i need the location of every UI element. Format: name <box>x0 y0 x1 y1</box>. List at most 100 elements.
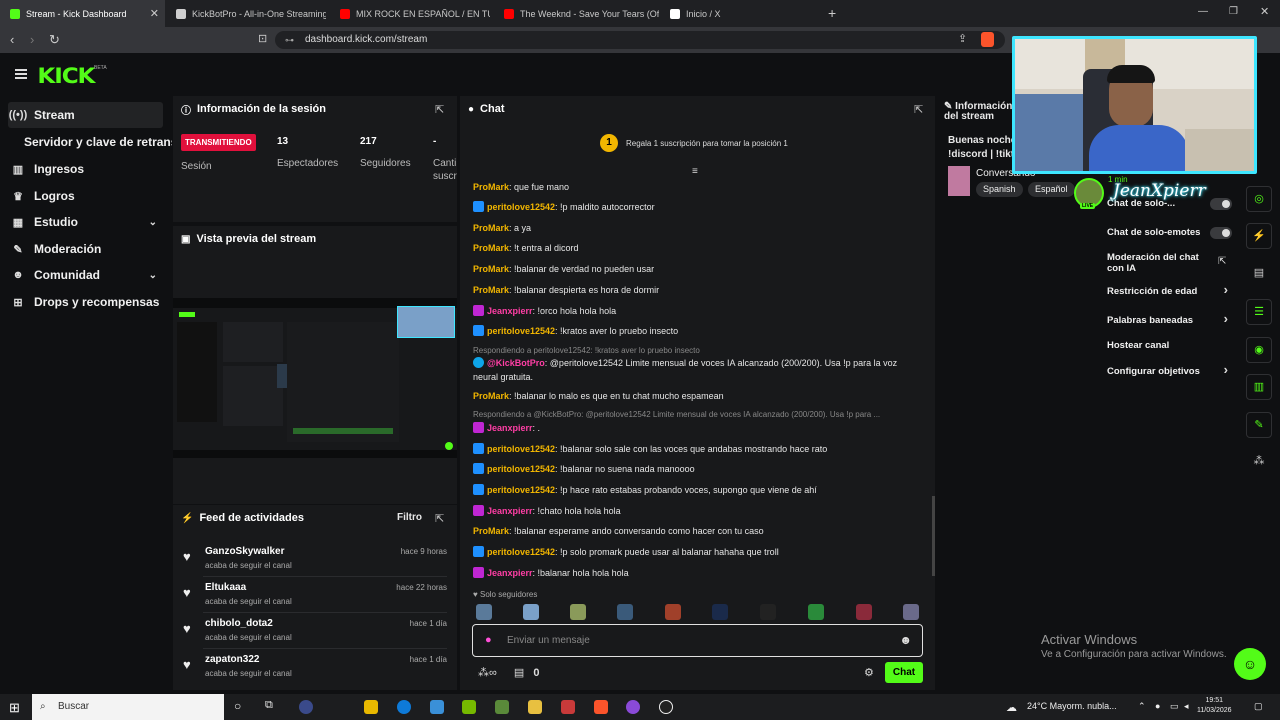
points-tool-icon[interactable]: ⁂ <box>1246 449 1272 475</box>
obs-icon[interactable] <box>659 700 673 714</box>
chat-username[interactable]: ProMark <box>473 182 509 192</box>
toggle-switch[interactable] <box>1210 198 1232 210</box>
chat-username[interactable]: peritolove12542 <box>487 202 555 212</box>
sidebar-item-stream[interactable]: ((•)) Stream <box>8 102 163 128</box>
folder-icon[interactable] <box>528 700 542 714</box>
sidebar-item-comunidad[interactable]: ☻ Comunidad ⌄ <box>8 262 163 288</box>
site-info-icon[interactable]: ⊶ <box>285 31 294 49</box>
menu-icon[interactable] <box>15 69 27 79</box>
taskbar-search[interactable]: ⌕ Buscar <box>32 694 224 720</box>
sidebar-item-drops[interactable]: ⊞ Drops y recompensas <box>8 289 163 315</box>
sidebar-item-ingresos[interactable]: ▥ Ingresos <box>8 156 163 182</box>
chat-username[interactable]: ProMark <box>473 526 509 536</box>
popout-icon[interactable]: ⇱ <box>914 103 923 116</box>
send-chat-button[interactable]: Chat <box>885 662 923 683</box>
taskbar-clock[interactable]: 19:51 11/03/2026 <box>1197 696 1232 716</box>
close-tab-icon[interactable]: ✕ <box>150 7 159 20</box>
toggle-switch[interactable] <box>1210 227 1232 239</box>
notifications-icon[interactable]: ▢ <box>1254 701 1263 712</box>
category-thumbnail[interactable] <box>948 166 970 196</box>
brave-icon[interactable] <box>594 700 608 714</box>
setting-solo-emotes[interactable]: Chat de solo-emotes <box>1107 227 1232 239</box>
cortana-icon[interactable]: ○ <box>234 699 241 713</box>
tab-the-weeknd[interactable]: The Weeknd - Save Your Tears (Offici <box>494 0 659 27</box>
chat-username[interactable]: peritolove12542 <box>487 326 555 336</box>
minimize-icon[interactable]: — <box>1198 6 1208 17</box>
points-icon[interactable]: ⁂∞ <box>478 667 497 679</box>
mic-tray-icon[interactable]: ● <box>1155 701 1160 711</box>
task-view-icon[interactable]: ⧉ <box>265 699 273 712</box>
emote-icon[interactable] <box>570 604 586 620</box>
emote-icon[interactable] <box>808 604 824 620</box>
chat-username[interactable]: peritolove12542 <box>487 464 555 474</box>
filter-button[interactable]: Filtro <box>397 512 422 523</box>
emote-icon[interactable] <box>760 604 776 620</box>
setting-age-restriction[interactable]: Restricción de edad › <box>1107 283 1232 297</box>
setting-goals[interactable]: Configurar objetivos › <box>1107 363 1232 377</box>
chat-tool-icon[interactable]: ☰ <box>1246 299 1272 325</box>
sidebar-item-moderacion[interactable]: ✎ Moderación <box>8 236 163 262</box>
reload-icon[interactable]: ↻ <box>49 32 60 48</box>
wrench-tool-icon[interactable]: ✎ <box>1246 412 1272 438</box>
chat-username[interactable]: Jeanxpierr <box>487 506 533 516</box>
feed-user[interactable]: Eltukaaa <box>205 582 246 593</box>
stream-preview-video[interactable] <box>173 298 457 458</box>
minecraft-icon[interactable] <box>495 700 509 714</box>
tab-mix-rock[interactable]: MIX ROCK EN ESPAÑOL / EN TU <box>330 0 490 27</box>
emoji-icon[interactable]: ☻ <box>899 633 912 647</box>
app-icon[interactable] <box>561 700 575 714</box>
feed-user[interactable]: GanzoSkywalker <box>205 546 284 557</box>
url-input[interactable]: ⊶ dashboard.kick.com/stream <box>275 31 1005 49</box>
weather-text[interactable]: 24°C Mayorm. nubla... <box>1027 701 1117 711</box>
edge-icon[interactable] <box>397 700 411 714</box>
emote-icon[interactable] <box>523 604 539 620</box>
emote-icon[interactable] <box>856 604 872 620</box>
app-icon[interactable] <box>299 700 313 714</box>
bookmark-icon[interactable]: ⊡ <box>258 32 267 45</box>
tag-spanish[interactable]: Spanish <box>976 182 1023 197</box>
external-link-icon[interactable]: ⇱ <box>1218 256 1226 267</box>
feed-user[interactable]: chibolo_dota2 <box>205 618 273 629</box>
network-icon[interactable]: ▭ <box>1170 701 1179 712</box>
sidebar-item-logros[interactable]: ♛ Logros <box>8 183 163 209</box>
brave-shield-icon[interactable] <box>981 32 994 47</box>
chat-username[interactable]: peritolove12542 <box>487 547 555 557</box>
app-icon[interactable] <box>626 700 640 714</box>
back-icon[interactable]: ‹ <box>10 32 14 47</box>
windows-start-icon[interactable]: ⊞ <box>9 700 20 716</box>
emote-icon[interactable] <box>712 604 728 620</box>
chat-message-input[interactable]: ● Enviar un mensaje ☻ <box>472 624 923 657</box>
gift-box-icon[interactable]: ▤ <box>514 667 524 679</box>
share-icon[interactable]: ⇪ <box>958 32 967 45</box>
store-icon[interactable] <box>364 700 378 714</box>
chat-username[interactable]: @KickBotPro <box>487 358 545 368</box>
pinned-toggle-icon[interactable]: ≡ <box>692 166 698 177</box>
sidebar-item-server-key[interactable]: Servidor y clave de retransmisión <box>24 129 172 155</box>
new-tab-button[interactable]: + <box>828 5 836 21</box>
close-window-icon[interactable]: ✕ <box>1260 5 1269 18</box>
bolt-tool-icon[interactable]: ⚡ <box>1246 223 1272 249</box>
camera-tool-icon[interactable]: ◎ <box>1246 186 1272 212</box>
mic-icon[interactable]: ● <box>485 634 492 646</box>
tab-x-home[interactable]: Inicio / X <box>660 0 820 27</box>
chat-username[interactable]: Jeanxpierr <box>487 568 533 578</box>
emote-icon[interactable] <box>665 604 681 620</box>
chat-username[interactable]: ProMark <box>473 223 509 233</box>
tab-kickbotpro[interactable]: KickBotPro - All-in-One Streaming To <box>166 0 326 27</box>
kick-logo[interactable]: KICK <box>37 64 95 88</box>
chat-username[interactable]: ProMark <box>473 391 509 401</box>
nvidia-icon[interactable] <box>462 700 476 714</box>
list-tool-icon[interactable]: ▥ <box>1246 374 1272 400</box>
popout-icon[interactable]: ⇱ <box>435 512 444 525</box>
broadcast-tool-icon[interactable]: ◉ <box>1246 337 1272 363</box>
emote-icon[interactable] <box>476 604 492 620</box>
chat-username[interactable]: Jeanxpierr <box>487 423 533 433</box>
document-tool-icon[interactable]: ▤ <box>1246 261 1272 287</box>
emote-icon[interactable] <box>903 604 919 620</box>
maximize-icon[interactable]: ❐ <box>1229 6 1238 17</box>
chat-username[interactable]: ProMark <box>473 243 509 253</box>
tab-kick-dashboard[interactable]: Stream - Kick Dashboard ✕ <box>0 0 165 27</box>
gift-sub-banner[interactable]: 1 Regala 1 suscripción para tomar la pos… <box>600 134 788 152</box>
emote-icon[interactable] <box>617 604 633 620</box>
forward-icon[interactable]: › <box>30 32 34 47</box>
